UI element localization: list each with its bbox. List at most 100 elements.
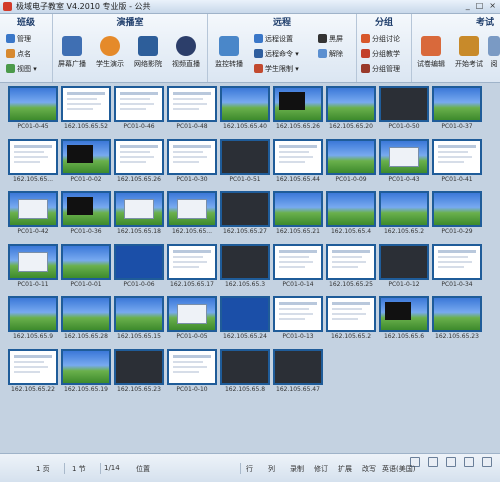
student-tile[interactable]: PC01-0-37 — [432, 86, 482, 133]
student-tile[interactable]: 162.105.65.28 — [61, 296, 111, 343]
student-tile[interactable]: PC01-0-46 — [114, 86, 164, 133]
screen-thumbnail[interactable] — [326, 138, 376, 175]
screen-thumbnail[interactable] — [167, 296, 217, 332]
screen-thumbnail[interactable] — [432, 138, 482, 175]
student-tile[interactable]: 162.105.65.27 — [220, 191, 270, 238]
extend-indicator[interactable]: 扩展 — [338, 464, 352, 474]
network-cinema-button[interactable]: 网络影院 — [129, 36, 167, 80]
screen-thumbnail[interactable] — [326, 296, 376, 332]
rollcall-button[interactable]: 点名 — [6, 47, 31, 60]
student-tile[interactable]: 162.105.65.25 — [326, 243, 376, 291]
screen-thumbnail[interactable] — [167, 243, 217, 280]
screen-thumbnail[interactable] — [326, 86, 376, 122]
screen-thumbnail[interactable] — [8, 243, 58, 280]
student-tile[interactable]: 162.105.65.9 — [8, 296, 58, 343]
minimize-button[interactable]: _ — [466, 1, 470, 10]
student-tile[interactable]: PC01-0-10 — [167, 348, 217, 396]
student-tile[interactable]: 162.105.65... — [8, 138, 58, 186]
screen-thumbnail[interactable] — [8, 138, 58, 175]
screen-thumbnail[interactable] — [8, 348, 58, 385]
student-tile[interactable]: PC01-0-34 — [432, 243, 482, 291]
screen-thumbnail[interactable] — [220, 296, 270, 332]
group-discussion-button[interactable]: 分组讨论 — [361, 32, 400, 45]
overwrite-indicator[interactable]: 改写 — [362, 464, 376, 474]
screen-thumbnail[interactable] — [167, 86, 217, 122]
student-tile[interactable]: PC01-0-41 — [432, 138, 482, 186]
maximize-button[interactable]: □ — [476, 1, 484, 10]
screen-thumbnail[interactable] — [432, 86, 482, 122]
student-tile[interactable]: 162.105.65.17 — [167, 243, 217, 291]
student-tile[interactable]: PC01-0-02 — [61, 138, 111, 186]
screen-thumbnail[interactable] — [167, 138, 217, 175]
edit-paper-button[interactable]: 试卷编辑 — [412, 36, 450, 80]
screen-thumbnail[interactable] — [432, 296, 482, 332]
student-tile[interactable]: 162.105.65.2 — [379, 191, 429, 238]
screen-thumbnail[interactable] — [379, 296, 429, 332]
group-teaching-button[interactable]: 分组教学 — [361, 47, 400, 60]
screen-thumbnail[interactable] — [8, 191, 58, 227]
screen-thumbnail[interactable] — [114, 243, 164, 280]
manage-button[interactable]: 管理 — [6, 32, 31, 45]
student-tile[interactable]: PC01-0-51 — [220, 138, 270, 186]
student-tile[interactable]: 162.105.65.40 — [220, 86, 270, 133]
screen-thumbnail[interactable] — [61, 348, 111, 385]
student-tile[interactable]: 162.105.65.2 — [326, 296, 376, 343]
student-tile[interactable]: PC01-0-29 — [432, 191, 482, 238]
start-exam-button[interactable]: 开始考试 — [450, 36, 488, 80]
screen-thumbnail[interactable] — [114, 86, 164, 122]
black-screen-button[interactable]: 黑屏 — [318, 32, 343, 45]
student-tile[interactable]: 162.105.65.6 — [379, 296, 429, 343]
screen-thumbnail[interactable] — [220, 243, 270, 280]
screen-thumbnail[interactable] — [61, 86, 111, 122]
screen-thumbnail[interactable] — [61, 243, 111, 280]
screen-thumbnail[interactable] — [379, 191, 429, 227]
screen-thumbnail[interactable] — [8, 86, 58, 122]
student-tile[interactable]: PC01-0-06 — [114, 243, 164, 291]
screen-thumbnail[interactable] — [220, 86, 270, 122]
screen-thumbnail[interactable] — [167, 191, 217, 227]
student-tile[interactable]: PC01-0-05 — [167, 296, 217, 343]
student-tile[interactable]: 162.105.65.22 — [8, 348, 58, 396]
screen-thumbnail[interactable] — [432, 243, 482, 280]
student-tile[interactable]: 162.105.65.20 — [326, 86, 376, 133]
student-tile[interactable]: PC01-0-14 — [273, 243, 323, 291]
student-tile[interactable]: PC01-0-42 — [8, 191, 58, 238]
screen-thumbnail[interactable] — [8, 296, 58, 332]
student-tile[interactable]: PC01-0-11 — [8, 243, 58, 291]
view-button[interactable]: 视图 ▾ — [6, 62, 37, 75]
revise-indicator[interactable]: 修订 — [314, 464, 328, 474]
screen-thumbnail[interactable] — [273, 191, 323, 227]
screen-thumbnail[interactable] — [273, 86, 323, 122]
student-tile[interactable]: PC01-0-36 — [61, 191, 111, 238]
screen-thumbnail[interactable] — [273, 296, 323, 332]
student-tile[interactable]: PC01-0-45 — [8, 86, 58, 133]
screen-thumbnail[interactable] — [61, 138, 111, 175]
student-tile[interactable]: PC01-0-30 — [167, 138, 217, 186]
student-tile[interactable]: PC01-0-48 — [167, 86, 217, 133]
student-tile[interactable]: 162.105.65.23 — [114, 348, 164, 396]
video-live-button[interactable]: 视频直播 — [167, 36, 205, 80]
student-tile[interactable]: 162.105.65.18 — [114, 191, 164, 238]
screen-thumbnail[interactable] — [273, 348, 323, 385]
student-tile[interactable]: PC01-0-43 — [379, 138, 429, 186]
student-tile[interactable]: 162.105.65.44 — [273, 138, 323, 186]
release-button[interactable]: 解除 — [318, 47, 343, 60]
student-tile[interactable]: PC01-0-09 — [326, 138, 376, 186]
screen-thumbnail[interactable] — [220, 348, 270, 385]
monitor-relay-button[interactable]: 监控转播 — [210, 36, 248, 80]
remote-command-button[interactable]: 远程命令 ▾ — [254, 47, 299, 60]
student-tile[interactable]: PC01-0-12 — [379, 243, 429, 291]
screen-thumbnail[interactable] — [61, 296, 111, 332]
screen-thumbnail[interactable] — [114, 348, 164, 385]
student-tile[interactable]: 162.105.65.3 — [220, 243, 270, 291]
student-tile[interactable]: PC01-0-13 — [273, 296, 323, 343]
student-tile[interactable]: 162.105.65.23 — [432, 296, 482, 343]
student-tile[interactable]: 162.105.65.26 — [273, 86, 323, 133]
screen-thumbnail[interactable] — [114, 138, 164, 175]
screen-thumbnail[interactable] — [326, 243, 376, 280]
screen-thumbnail[interactable] — [379, 243, 429, 280]
student-tile[interactable]: 162.105.65.24 — [220, 296, 270, 343]
student-tile[interactable]: 162.105.65.4 — [326, 191, 376, 238]
student-restrict-button[interactable]: 学生限制 ▾ — [254, 62, 299, 75]
student-tile[interactable]: PC01-0-01 — [61, 243, 111, 291]
